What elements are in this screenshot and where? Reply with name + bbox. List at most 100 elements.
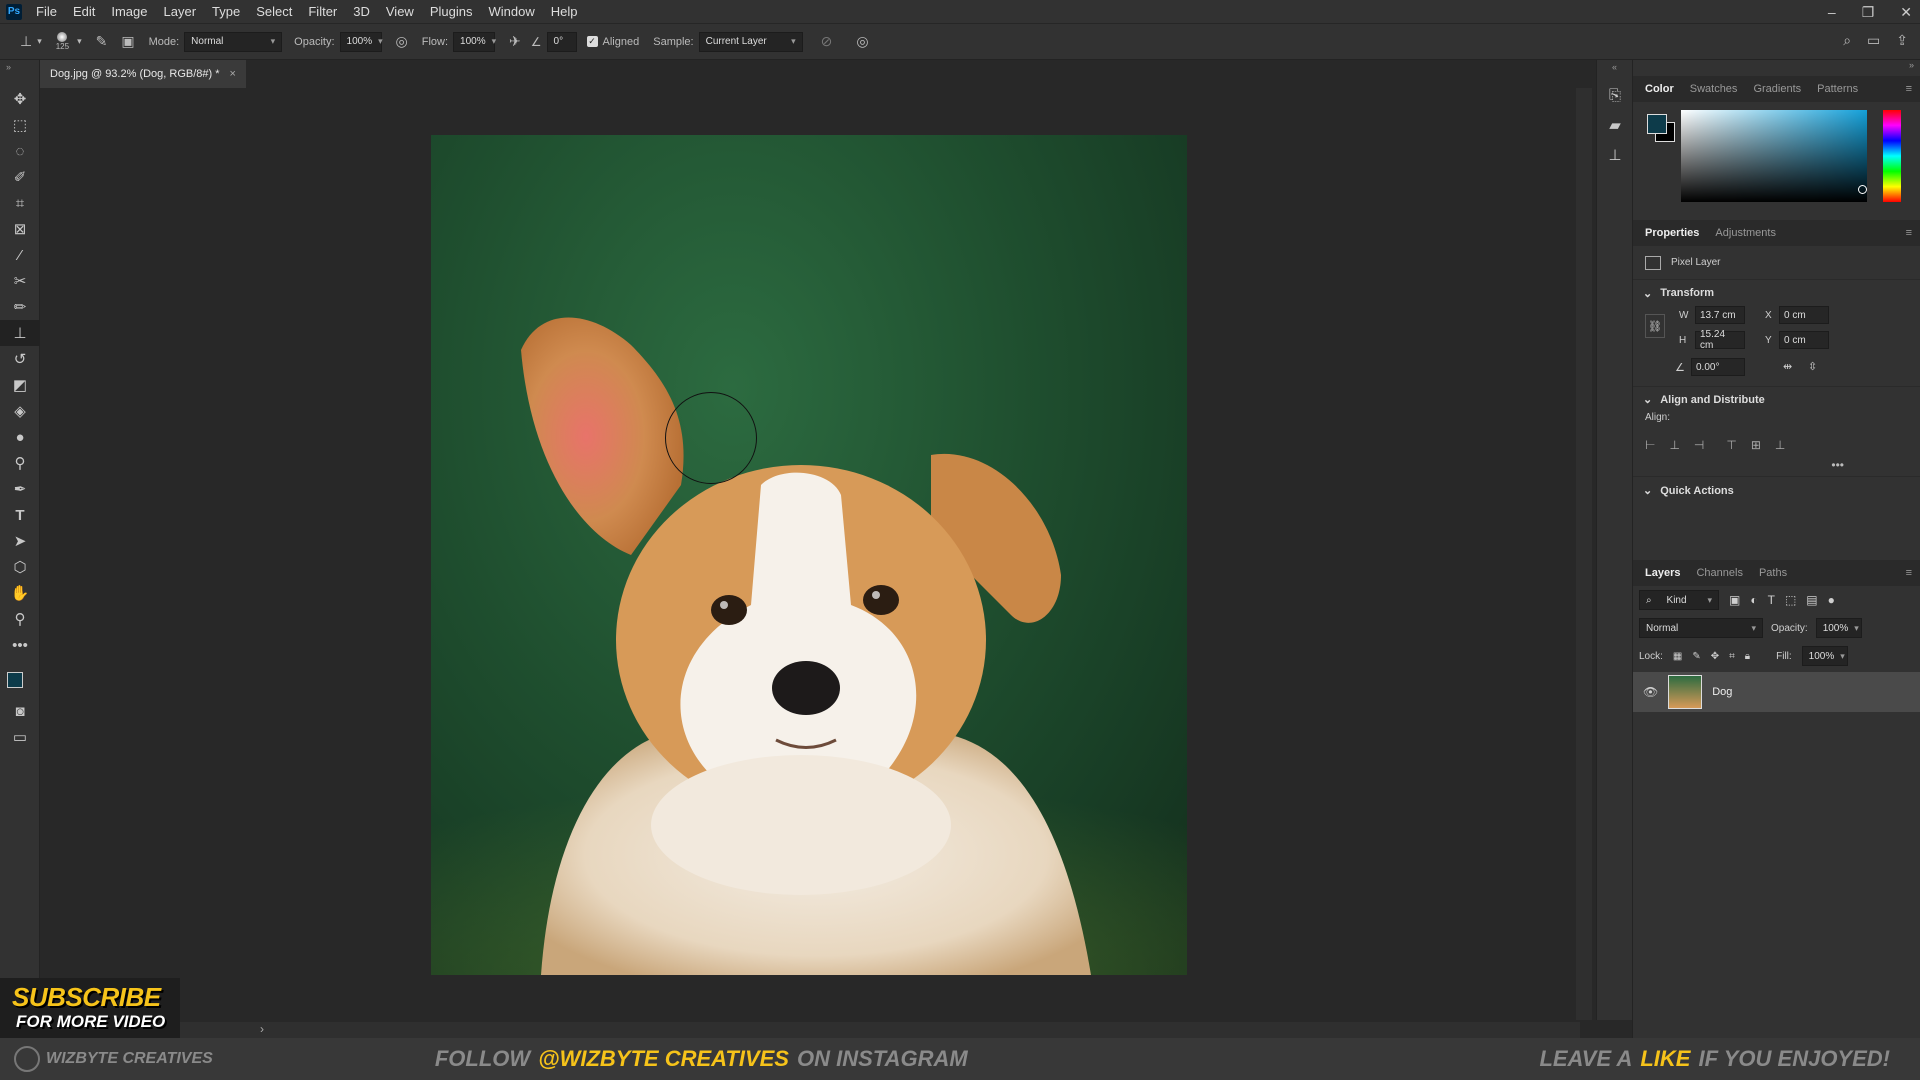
vertical-scrollbar[interactable]	[1576, 88, 1592, 1020]
x-field[interactable]: 0 cm	[1779, 306, 1829, 324]
screen-mode-icon[interactable]: ▭	[0, 724, 40, 750]
tab-channels[interactable]: Channels	[1696, 567, 1742, 579]
menu-image[interactable]: Image	[103, 4, 155, 19]
rotation-field[interactable]: 0.00°	[1691, 358, 1745, 376]
align-title[interactable]: Align and Distribute	[1660, 394, 1765, 406]
ignore-adjustment-icon[interactable]: ⊘	[821, 33, 833, 50]
filter-pixel-icon[interactable]: ▣	[1729, 593, 1740, 607]
tab-color[interactable]: Color	[1645, 83, 1674, 95]
tab-swatches[interactable]: Swatches	[1690, 83, 1738, 95]
zoom-tool-icon[interactable]: ⚲	[0, 606, 40, 632]
dog-photo-canvas[interactable]	[431, 135, 1187, 975]
flow-dropdown[interactable]: 100% ▾	[453, 31, 496, 52]
color-swatches[interactable]	[0, 658, 39, 698]
chevron-down-icon[interactable]: ▾	[37, 36, 42, 47]
sample-dropdown[interactable]: Current Layer ▾	[698, 31, 803, 52]
hand-tool-icon[interactable]: ✋	[0, 580, 40, 606]
align-top-icon[interactable]: ⊤	[1726, 438, 1736, 452]
layer-row[interactable]: 👁︎ Dog	[1633, 672, 1920, 712]
panel-menu-icon[interactable]: ≡	[1906, 227, 1912, 239]
height-field[interactable]: 15.24 cm	[1695, 329, 1745, 351]
lock-position-icon[interactable]: ✥	[1711, 651, 1719, 662]
lock-transparency-icon[interactable]: ▦	[1673, 651, 1682, 662]
search-icon[interactable]: ⌕	[1843, 32, 1851, 49]
panel-menu-icon[interactable]: ≡	[1906, 83, 1912, 95]
document-tab[interactable]: Dog.jpg @ 93.2% (Dog, RGB/8#) * ×	[40, 60, 246, 88]
quick-actions-title[interactable]: Quick Actions	[1660, 485, 1734, 497]
fill-field[interactable]: 100% ▾	[1801, 646, 1848, 666]
lock-pixels-icon[interactable]: ✎	[1692, 651, 1700, 662]
pressure-size-icon[interactable]: ◎	[856, 33, 868, 50]
brush-settings-icon[interactable]: ✎	[96, 33, 108, 50]
blend-mode-dropdown[interactable]: Normal ▾	[1639, 618, 1763, 638]
paint-bucket-tool-icon[interactable]: ◈	[0, 398, 40, 424]
align-middle-icon[interactable]: ⊞	[1751, 438, 1761, 452]
layer-filter-dropdown[interactable]: ⌕ Kind ▾	[1639, 590, 1719, 610]
dodge-tool-icon[interactable]: ⚲	[0, 450, 40, 476]
chevron-down-icon[interactable]: ⌄	[1643, 287, 1652, 300]
shape-tool-icon[interactable]: ⬡	[0, 554, 40, 580]
color-picker-handle[interactable]	[1858, 185, 1867, 194]
hue-slider[interactable]	[1883, 110, 1901, 202]
align-left-icon[interactable]: ⊢	[1645, 438, 1655, 452]
flip-vertical-icon[interactable]: ⇳	[1808, 360, 1817, 373]
menu-select[interactable]: Select	[248, 4, 300, 19]
type-tool-icon[interactable]: T	[0, 502, 40, 528]
width-field[interactable]: 13.7 cm	[1695, 306, 1745, 324]
menu-file[interactable]: File	[28, 4, 65, 19]
quick-mask-icon[interactable]: ◙	[0, 698, 40, 724]
minimize-icon[interactable]: –	[1828, 4, 1836, 20]
foreground-color-swatch[interactable]	[1647, 114, 1667, 134]
filter-toggle-icon[interactable]: ●	[1828, 593, 1835, 607]
panel-menu-icon[interactable]: ≡	[1906, 567, 1912, 579]
horizontal-scrollbar[interactable]: ›	[40, 1022, 1580, 1038]
clone-source-icon[interactable]: ▣	[121, 33, 134, 50]
tab-properties[interactable]: Properties	[1645, 227, 1699, 239]
crop-tool-icon[interactable]: ⌗	[0, 190, 40, 216]
move-tool-icon[interactable]: ✥	[0, 86, 40, 112]
tab-layers[interactable]: Layers	[1645, 567, 1680, 579]
frame-tool-icon[interactable]: ⊠	[0, 216, 40, 242]
eraser-tool-icon[interactable]: ◩	[0, 372, 40, 398]
link-icon[interactable]: ⛓	[1645, 314, 1665, 338]
collapse-icon[interactable]: »	[0, 60, 39, 86]
brush-preset-picker[interactable]: 125	[56, 32, 69, 51]
tab-paths[interactable]: Paths	[1759, 567, 1787, 579]
menu-layer[interactable]: Layer	[156, 4, 205, 19]
more-options-icon[interactable]: •••	[1633, 458, 1920, 476]
filter-type-icon[interactable]: T	[1768, 593, 1775, 607]
align-right-icon[interactable]: ⊣	[1694, 438, 1704, 452]
lock-artboard-icon[interactable]: ⌗	[1729, 651, 1735, 662]
tab-adjustments[interactable]: Adjustments	[1715, 227, 1776, 239]
clone-stamp-tool-icon[interactable]: ⊥	[0, 320, 40, 346]
eyedropper-tool-icon[interactable]: ⁄	[0, 242, 40, 268]
menu-help[interactable]: Help	[543, 4, 586, 19]
tab-patterns[interactable]: Patterns	[1817, 83, 1858, 95]
comments-panel-icon[interactable]: ▰	[1597, 110, 1633, 140]
clone-stamp-icon[interactable]: ⊥	[20, 33, 32, 50]
lasso-tool-icon[interactable]: ◌	[0, 138, 40, 164]
close-icon[interactable]: ✕	[1900, 4, 1912, 21]
menu-3d[interactable]: 3D	[345, 4, 378, 19]
mode-dropdown[interactable]: Normal ▾	[184, 31, 283, 52]
pressure-opacity-icon[interactable]: ◎	[396, 33, 408, 50]
share-icon[interactable]: ⇪	[1896, 32, 1908, 49]
flip-horizontal-icon[interactable]: ⇹	[1783, 360, 1792, 373]
airbrush-icon[interactable]: ✈	[509, 33, 521, 50]
healing-tool-icon[interactable]: ✂	[0, 268, 40, 294]
chevron-down-icon[interactable]: ⌄	[1643, 393, 1652, 406]
aligned-checkbox[interactable]: ✓	[586, 36, 598, 47]
chevron-down-icon[interactable]: ⌄	[1643, 484, 1652, 497]
angle-field[interactable]: 0°	[546, 31, 577, 52]
quick-select-tool-icon[interactable]: ✐	[0, 164, 40, 190]
marquee-tool-icon[interactable]: ⬚	[0, 112, 40, 138]
visibility-eye-icon[interactable]: 👁︎	[1643, 685, 1658, 699]
clone-source-panel-icon[interactable]: ⊥	[1597, 140, 1633, 170]
restore-icon[interactable]: ❐	[1862, 4, 1875, 21]
path-select-tool-icon[interactable]: ➤	[0, 528, 40, 554]
history-panel-icon[interactable]: ⎘	[1597, 80, 1633, 110]
filter-shape-icon[interactable]: ⬚	[1785, 593, 1796, 607]
filter-adjustment-icon[interactable]: ◐	[1750, 593, 1757, 607]
filter-smart-object-icon[interactable]: ▤	[1806, 593, 1817, 607]
workspace-icon[interactable]: ▭	[1867, 32, 1880, 49]
